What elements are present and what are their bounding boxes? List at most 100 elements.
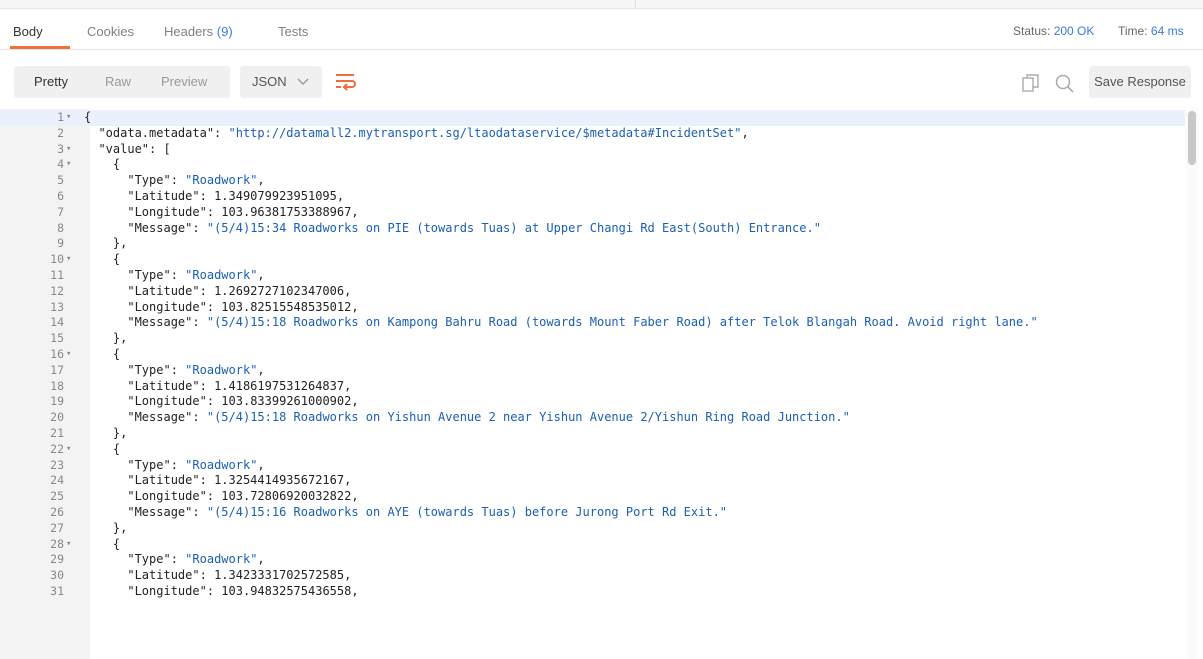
json-key: "Longitude" (127, 204, 207, 219)
json-number-value: 103.82515548535012 (221, 299, 352, 314)
format-raw[interactable]: Raw (105, 66, 131, 98)
code-line: 21 }, (0, 426, 1185, 442)
code-line: 10 ▾ { (0, 252, 1185, 268)
json-number-value: 1.3254414935672167 (214, 473, 345, 488)
json-string-value: "http://datamall2.mytransport.sg/ltaodat… (228, 125, 742, 140)
code-text: { (84, 157, 121, 172)
json-key: "Longitude" (127, 394, 207, 409)
chevron-down-icon (296, 66, 310, 110)
json-number-value: 1.3423331702572585 (214, 568, 345, 583)
time-readout: Time: 64 ms (1118, 24, 1184, 38)
code-line: 5 "Type": "Roadwork", (0, 173, 1185, 189)
code-line: 8 "Message": "(5/4)15:34 Roadworks on PI… (0, 221, 1185, 237)
tab-body[interactable]: Body (13, 24, 43, 39)
code-text: "Message": "(5/4)15:18 Roadworks on Yish… (127, 410, 850, 425)
json-string-value: "Roadwork" (185, 457, 258, 472)
line-number: 31 (50, 584, 64, 598)
code-line: 14 "Message": "(5/4)15:18 Roadworks on K… (0, 315, 1185, 331)
tab-cookies[interactable]: Cookies (87, 24, 134, 39)
code-text: "Longitude": 103.82515548535012, (127, 299, 359, 314)
code-text: { (84, 347, 121, 361)
json-key: "Type" (127, 173, 171, 188)
save-response-button[interactable]: Save Response (1089, 66, 1191, 98)
line-number: 11 (50, 268, 64, 282)
json-string-value: "Roadwork" (185, 362, 258, 377)
fold-toggle-icon[interactable]: ▾ (66, 110, 76, 126)
code-line: 22 ▾ { (0, 442, 1185, 458)
code-text: "Type": "Roadwork", (127, 362, 265, 377)
line-number: 14 (50, 315, 64, 330)
scrollbar-thumb[interactable] (1188, 111, 1196, 165)
json-number-value: 1.4186197531264837 (214, 378, 345, 393)
fold-toggle-icon[interactable]: ▾ (66, 347, 76, 363)
code-line: 7 "Longitude": 103.96381753388967, (0, 205, 1185, 221)
code-line: 1 ▾ { (0, 110, 1185, 126)
line-number: 8 (57, 220, 64, 235)
code-text: { (84, 536, 121, 551)
line-number: 10 (50, 252, 64, 267)
line-number: 25 (50, 489, 64, 504)
json-key: "Longitude" (127, 299, 207, 314)
json-key: "Type" (127, 457, 171, 472)
code-text: "odata.metadata": "http://datamall2.mytr… (98, 125, 749, 140)
code-text: }, (84, 236, 128, 251)
line-number: 16 (50, 347, 64, 361)
fold-toggle-icon[interactable]: ▾ (66, 442, 76, 458)
response-body-editor[interactable]: 1 ▾{2 "odata.metadata": "http://datamall2… (0, 109, 1203, 659)
wrap-lines-icon[interactable] (330, 66, 362, 98)
code-line: 15 }, (0, 331, 1185, 347)
headers-count: (9) (216, 24, 233, 39)
line-number: 2 (57, 125, 64, 140)
format-pretty[interactable]: Pretty (34, 66, 68, 98)
code-text: { (84, 252, 121, 267)
search-icon[interactable] (1055, 74, 1075, 99)
code-line: 24 "Latitude": 1.3254414935672167, (0, 473, 1185, 489)
code-text: { (84, 441, 121, 456)
code-text: "value": [ (98, 141, 171, 156)
json-number-value: 103.83399261000902 (221, 394, 352, 409)
code-text: }, (84, 520, 128, 535)
code-text: "Message": "(5/4)15:34 Roadworks on PIE … (127, 220, 821, 235)
code-text: "Type": "Roadwork", (127, 173, 265, 188)
code-line: 28 ▾ { (0, 537, 1185, 553)
code-line: 27 }, (0, 521, 1185, 537)
json-string-value: "Roadwork" (185, 552, 258, 567)
code-line: 25 "Longitude": 103.72806920032822, (0, 489, 1185, 505)
json-key: "Longitude" (127, 584, 207, 598)
code-text: "Type": "Roadwork", (127, 552, 265, 567)
code-line: 3 ▾ "value": [ (0, 142, 1185, 158)
line-number: 24 (50, 473, 64, 488)
json-key: "Type" (127, 362, 171, 377)
line-number: 26 (50, 505, 64, 519)
code-text: }, (84, 331, 128, 346)
language-select[interactable]: JSON (240, 66, 322, 98)
code-line: 18 "Latitude": 1.4186197531264837, (0, 379, 1185, 395)
tab-tests[interactable]: Tests (278, 24, 308, 39)
code-text: "Message": "(5/4)15:18 Roadworks on Kamp… (127, 315, 1038, 330)
format-switch: Pretty Raw Preview (14, 66, 230, 98)
json-key: "odata.metadata" (98, 125, 215, 140)
json-key: "Latitude" (127, 473, 200, 488)
json-key: "Message" (127, 505, 193, 519)
line-number: 3 (57, 141, 64, 156)
code-line: 2 "odata.metadata": "http://datamall2.my… (0, 126, 1185, 142)
time-value: 64 ms (1150, 24, 1184, 38)
json-key: "Message" (127, 220, 193, 235)
code-line: 16 ▾ { (0, 347, 1185, 363)
tab-headers[interactable]: Headers (9) (164, 24, 233, 39)
fold-toggle-icon[interactable]: ▾ (66, 142, 76, 158)
format-preview[interactable]: Preview (161, 66, 207, 98)
json-key: "Latitude" (127, 568, 200, 583)
json-string-value: "(5/4)15:34 Roadworks on PIE (towards Tu… (206, 220, 821, 235)
json-number-value: 103.96381753388967 (221, 204, 352, 219)
code-text: "Latitude": 1.349079923951095, (127, 189, 345, 203)
vertical-scrollbar[interactable] (1186, 109, 1198, 659)
fold-toggle-icon[interactable]: ▾ (66, 537, 76, 553)
code-text: "Longitude": 103.83399261000902, (127, 394, 359, 409)
json-key: "Latitude" (127, 189, 200, 203)
fold-toggle-icon[interactable]: ▾ (66, 157, 76, 173)
fold-toggle-icon[interactable]: ▾ (66, 252, 76, 268)
copy-icon[interactable] (1022, 74, 1040, 97)
line-number: 18 (50, 378, 64, 393)
line-number: 1 (57, 110, 64, 124)
